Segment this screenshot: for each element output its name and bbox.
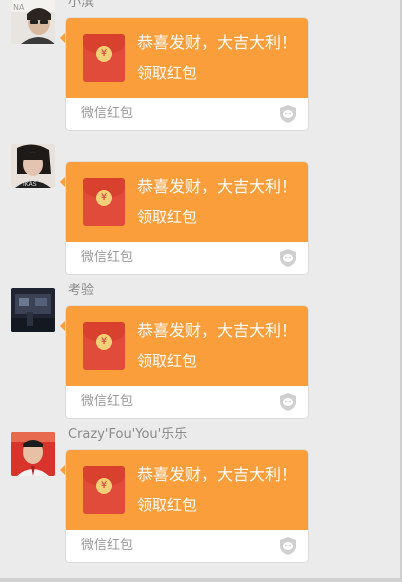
- red-packet-bubble[interactable]: ¥ 恭喜发财，大吉大利！ 领取红包 微信红包: [66, 162, 308, 274]
- svg-text:IKAS: IKAS: [23, 181, 37, 188]
- greeting-text: 恭喜发财，大吉大利！: [137, 321, 298, 340]
- avatar[interactable]: NA: [11, 0, 55, 44]
- claim-text: 领取红包: [137, 496, 198, 514]
- greeting-text: 恭喜发财，大吉大利！: [137, 465, 298, 484]
- red-envelope-icon: ¥: [83, 322, 125, 370]
- greeting-text: 恭喜发财，大吉大利！: [137, 33, 298, 52]
- red-packet-footer: 微信红包: [66, 242, 308, 274]
- coin-icon: ¥: [96, 478, 112, 494]
- avatar-photo-man-red: [11, 432, 55, 476]
- red-packet-bubble[interactable]: ¥ 恭喜发财，大吉大利！ 领取红包 微信红包: [66, 306, 308, 418]
- red-packet-bubble[interactable]: ¥ 恭喜发财，大吉大利！ 领取红包 微信红包: [66, 450, 308, 562]
- brand-label: 微信红包: [81, 106, 134, 121]
- red-envelope-icon: ¥: [83, 178, 125, 226]
- sender-name: 考验: [68, 283, 95, 298]
- brand-label: 微信红包: [81, 538, 134, 553]
- avatar[interactable]: [11, 288, 55, 332]
- coin-icon: ¥: [96, 46, 112, 62]
- avatar-photo-man-glasses: NA: [11, 0, 55, 44]
- red-packet-footer: 微信红包: [66, 98, 308, 130]
- coin-icon: ¥: [96, 190, 112, 206]
- red-packet-bubble[interactable]: ¥ 恭喜发财，大吉大利！ 领取红包 微信红包: [66, 18, 308, 130]
- red-packet-header: ¥ 恭喜发财，大吉大利！ 领取红包: [66, 306, 308, 386]
- avatar[interactable]: IKAS: [11, 144, 55, 188]
- bottom-divider: [0, 578, 402, 582]
- sender-name: Crazy'Fou'You'乐乐: [68, 427, 188, 442]
- red-packet-footer: 微信红包: [66, 530, 308, 562]
- avatar[interactable]: [11, 432, 55, 476]
- red-envelope-icon: ¥: [83, 466, 125, 514]
- svg-text:NA: NA: [13, 3, 25, 12]
- wechat-shield-icon: [280, 537, 296, 555]
- brand-label: 微信红包: [81, 394, 134, 409]
- wechat-shield-icon: [280, 249, 296, 267]
- red-packet-header: ¥ 恭喜发财，大吉大利！ 领取红包: [66, 162, 308, 242]
- wechat-shield-icon: [280, 393, 296, 411]
- red-packet-header: ¥ 恭喜发财，大吉大利！ 领取红包: [66, 450, 308, 530]
- chat-message-list[interactable]: NA 小滨 ¥ 恭喜发财，大吉大利！ 领取红包 微信红包 IKAS ¥ 恭喜发财…: [0, 0, 402, 578]
- brand-label: 微信红包: [81, 250, 134, 265]
- claim-text: 领取红包: [137, 352, 198, 370]
- greeting-text: 恭喜发财，大吉大利！: [137, 177, 298, 196]
- avatar-photo-woman: IKAS: [11, 144, 55, 188]
- sender-name: 小滨: [68, 0, 95, 10]
- red-packet-header: ¥ 恭喜发财，大吉大利！ 领取红包: [66, 18, 308, 98]
- message-row: Crazy'Fou'You'乐乐 ¥ 恭喜发财，大吉大利！ 领取红包 微信红包: [0, 427, 400, 576]
- message-row: NA 小滨 ¥ 恭喜发财，大吉大利！ 领取红包 微信红包: [0, 0, 400, 144]
- avatar-photo-dark-room: [11, 288, 55, 332]
- claim-text: 领取红包: [137, 64, 198, 82]
- message-row: IKAS ¥ 恭喜发财，大吉大利！ 领取红包 微信红包: [0, 144, 400, 288]
- wechat-shield-icon: [280, 105, 296, 123]
- red-packet-footer: 微信红包: [66, 386, 308, 418]
- red-envelope-icon: ¥: [83, 34, 125, 82]
- message-row: 考验 ¥ 恭喜发财，大吉大利！ 领取红包 微信红包: [0, 283, 400, 432]
- claim-text: 领取红包: [137, 208, 198, 226]
- coin-icon: ¥: [96, 334, 112, 350]
